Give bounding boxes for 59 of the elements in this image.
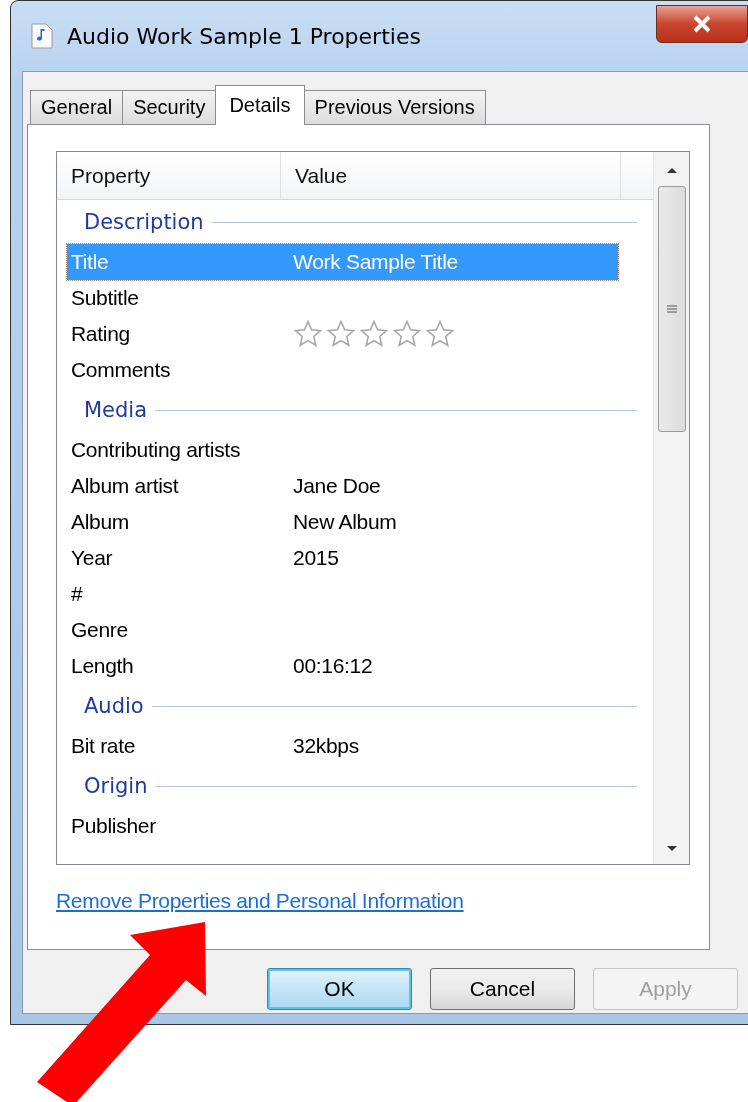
property-value: 32kbps bbox=[293, 734, 359, 758]
property-row[interactable]: Album artist Jane Doe bbox=[67, 468, 618, 504]
close-icon bbox=[691, 15, 713, 33]
star-icon[interactable] bbox=[392, 319, 422, 349]
music-file-icon bbox=[31, 23, 53, 49]
property-name: Year bbox=[71, 546, 114, 570]
property-name: Contributing artists bbox=[71, 438, 242, 462]
group-heading: Origin bbox=[84, 774, 148, 798]
property-value: 00:16:12 bbox=[293, 654, 373, 678]
property-name: Album artist bbox=[71, 474, 180, 498]
property-name: Subtitle bbox=[71, 286, 140, 310]
scroll-up-icon[interactable] bbox=[665, 166, 678, 174]
tab[interactable]: General bbox=[30, 90, 124, 124]
property-name: Title bbox=[71, 250, 110, 274]
dialog-button[interactable]: Cancel bbox=[430, 968, 575, 1010]
property-row[interactable]: Subtitle bbox=[67, 280, 618, 316]
property-row[interactable]: Rating bbox=[67, 316, 618, 352]
property-row[interactable]: Publisher bbox=[67, 808, 618, 844]
scrollbar[interactable] bbox=[653, 152, 689, 864]
property-row[interactable]: Comments bbox=[67, 352, 618, 388]
grip-icon bbox=[666, 304, 677, 314]
tab[interactable]: Security bbox=[122, 90, 217, 124]
close-button[interactable] bbox=[656, 5, 748, 43]
property-row[interactable]: Bit rate 32kbps bbox=[67, 728, 618, 764]
property-row[interactable]: Year 2015 bbox=[67, 540, 618, 576]
window-title: Audio Work Sample 1 Properties bbox=[67, 23, 421, 49]
property-name: Publisher bbox=[71, 814, 157, 838]
property-value: 2015 bbox=[293, 546, 339, 570]
star-icon[interactable] bbox=[359, 319, 389, 349]
tab[interactable]: Previous Versions bbox=[303, 90, 486, 124]
property-value: Work Sample Title bbox=[293, 250, 458, 274]
star-rating[interactable] bbox=[293, 319, 455, 349]
property-value: Jane Doe bbox=[293, 474, 381, 498]
property-row[interactable]: Length 00:16:12 bbox=[67, 648, 618, 684]
property-value: New Album bbox=[293, 510, 397, 534]
scroll-thumb[interactable] bbox=[657, 186, 686, 432]
property-name: Comments bbox=[71, 358, 172, 382]
property-row[interactable]: Album New Album bbox=[67, 504, 618, 540]
property-row[interactable]: Contributing artists bbox=[67, 432, 618, 468]
scroll-down-icon[interactable] bbox=[665, 844, 678, 852]
property-name: Genre bbox=[71, 618, 129, 642]
dialog-button[interactable]: OK bbox=[267, 968, 412, 1010]
property-name: Bit rate bbox=[71, 734, 137, 758]
remove-properties-link[interactable]: Remove Properties and Personal Information bbox=[56, 889, 464, 913]
column-header[interactable]: Property bbox=[57, 152, 281, 199]
group-heading: Audio bbox=[84, 694, 144, 718]
property-row[interactable]: # bbox=[67, 576, 618, 612]
property-name: Album bbox=[71, 510, 131, 534]
property-row[interactable]: Genre bbox=[67, 612, 618, 648]
property-name: # bbox=[71, 582, 84, 606]
tab[interactable]: Details bbox=[215, 85, 305, 125]
property-name: Length bbox=[71, 654, 135, 678]
column-header[interactable]: Value bbox=[281, 152, 621, 199]
group-heading: Description bbox=[84, 210, 204, 234]
star-icon[interactable] bbox=[425, 319, 455, 349]
star-icon[interactable] bbox=[326, 319, 356, 349]
property-name: Rating bbox=[71, 322, 131, 346]
group-heading: Media bbox=[84, 398, 148, 422]
star-icon[interactable] bbox=[293, 319, 323, 349]
